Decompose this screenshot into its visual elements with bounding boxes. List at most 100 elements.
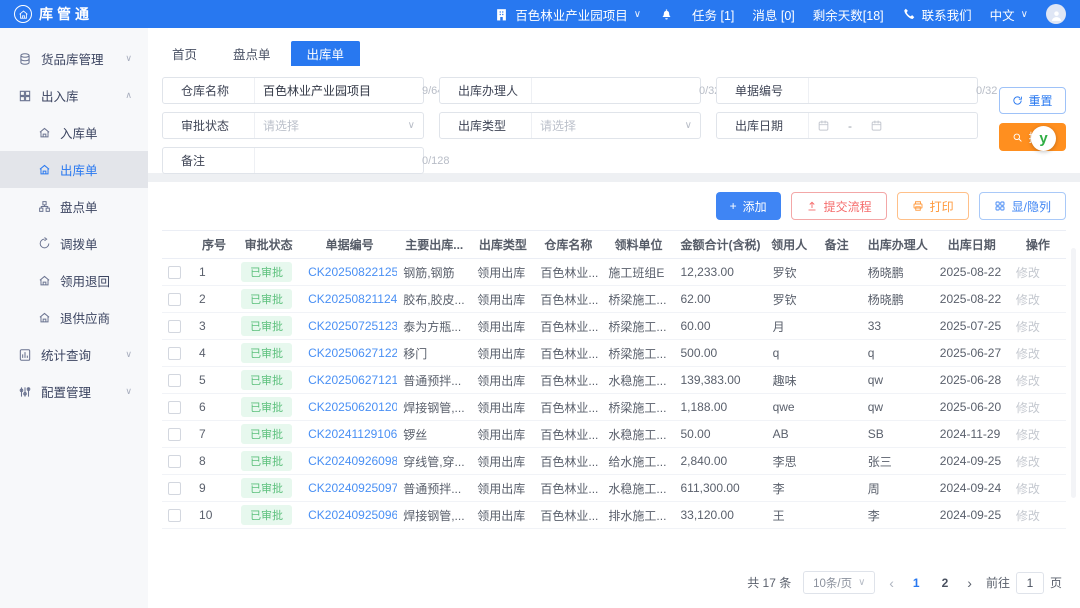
- doc-code-link[interactable]: CK20250627122: [308, 346, 397, 360]
- doc-code-link[interactable]: CK20250821124: [308, 292, 397, 306]
- doc-code-link[interactable]: CK20241129106: [308, 427, 397, 441]
- next-page-button[interactable]: ›: [965, 575, 974, 591]
- sidebar-item-in-out-warehouse[interactable]: 出入库 ∧: [0, 77, 148, 114]
- row-checkbox[interactable]: [168, 374, 181, 388]
- doc-number-field[interactable]: 单据编号 0/32: [716, 77, 997, 104]
- warehouse-name-input[interactable]: [263, 83, 418, 98]
- table-row: 1 已审批 CK20250822125 钢筋,钢筋 领用出库 百色林业... 施…: [162, 258, 1066, 286]
- cell-warehouse: 百色林业...: [534, 447, 603, 475]
- col-amount: 金额合计(含税): [674, 230, 767, 259]
- cell-unit: 桥梁施工...: [602, 339, 675, 367]
- edit-link[interactable]: 修改: [1016, 482, 1040, 496]
- sidebar-item-outbound-order[interactable]: 出库单: [0, 151, 148, 188]
- tasks-link[interactable]: 任务 [1]: [692, 5, 734, 24]
- warehouse-name-field[interactable]: 仓库名称 9/64: [162, 77, 443, 104]
- add-button[interactable]: + 添加: [715, 192, 781, 220]
- row-checkbox[interactable]: [168, 455, 181, 469]
- doc-number-input[interactable]: [817, 83, 972, 98]
- sidebar-item-configuration[interactable]: 配置管理 ∨: [0, 373, 148, 410]
- remark-input[interactable]: [263, 153, 418, 168]
- status-badge: 已审批: [241, 343, 293, 363]
- row-checkbox[interactable]: [168, 401, 181, 415]
- edit-link[interactable]: 修改: [1016, 374, 1040, 388]
- sidebar-item-statistics-query[interactable]: 统计查询 ∨: [0, 336, 148, 373]
- row-checkbox[interactable]: [168, 320, 181, 334]
- doc-code-link[interactable]: CK20250822125: [308, 265, 397, 279]
- cell-unit: 桥梁施工...: [602, 285, 675, 313]
- cell-type: 领用出库: [471, 366, 535, 394]
- doc-code-link[interactable]: CK20240925096: [308, 508, 397, 522]
- table-section: +添加 提交流程 打印 显/隐列 序号 审批状态 单据编号 主要出库... 出: [148, 182, 1080, 608]
- table-scrollbar[interactable]: [1071, 248, 1076, 498]
- user-avatar[interactable]: [1046, 4, 1066, 24]
- cell-checkbox: [162, 501, 194, 529]
- edit-link[interactable]: 修改: [1016, 401, 1040, 415]
- cell-action: 修改: [1009, 339, 1066, 367]
- reset-button[interactable]: 重置: [999, 87, 1066, 114]
- approval-status-select[interactable]: 审批状态 请选择 ∨: [162, 112, 424, 139]
- cell-code: CK20240925096: [302, 501, 398, 529]
- row-checkbox[interactable]: [168, 509, 181, 523]
- notification-bell[interactable]: [659, 7, 674, 22]
- tab-stocktake[interactable]: 盘点单: [217, 41, 287, 66]
- outbound-date-range[interactable]: 出库日期 -: [716, 112, 978, 139]
- doc-code-link[interactable]: CK20240926098: [308, 454, 397, 468]
- doc-code-link[interactable]: CK20250620120: [308, 400, 397, 414]
- project-selector[interactable]: 百色林业产业园项目 ∨: [494, 5, 641, 24]
- outbound-handler-field[interactable]: 出库办理人 0/32: [439, 77, 720, 104]
- sidebar-item-label: 领用退回: [60, 275, 111, 289]
- sidebar-item-goods-management[interactable]: 货品库管理 ∨: [0, 40, 148, 77]
- row-checkbox[interactable]: [168, 266, 181, 280]
- doc-code-link[interactable]: CK20250725123: [308, 319, 397, 333]
- edit-link[interactable]: 修改: [1016, 266, 1040, 280]
- cell-status: 已审批: [235, 366, 303, 394]
- reset-label: 重置: [1028, 94, 1053, 108]
- page-1-button[interactable]: 1: [908, 576, 925, 590]
- submit-flow-button[interactable]: 提交流程: [790, 192, 887, 220]
- edit-link[interactable]: 修改: [1016, 455, 1040, 469]
- tab-home[interactable]: 首页: [156, 41, 213, 66]
- tab-outbound[interactable]: 出库单: [290, 41, 361, 66]
- edit-link[interactable]: 修改: [1016, 428, 1040, 442]
- assistant-badge[interactable]: y: [1031, 126, 1056, 151]
- edit-link[interactable]: 修改: [1016, 293, 1040, 307]
- cell-handler: 33: [861, 312, 934, 340]
- edit-link[interactable]: 修改: [1016, 509, 1040, 523]
- sidebar-item-requisition-return[interactable]: 领用退回: [0, 262, 148, 299]
- cell-seq: 3: [193, 312, 236, 340]
- prev-page-button[interactable]: ‹: [887, 575, 896, 591]
- row-checkbox[interactable]: [168, 347, 181, 361]
- language-label: 中文: [989, 8, 1015, 23]
- messages-link[interactable]: 消息 [0]: [752, 5, 794, 24]
- page-size-select[interactable]: 10条/页 ∨: [803, 571, 876, 594]
- language-selector[interactable]: 中文 ∨: [990, 5, 1028, 24]
- remark-field[interactable]: 备注 0/128: [162, 147, 450, 174]
- print-button[interactable]: 打印: [896, 192, 969, 220]
- chevron-up-icon: ∧: [125, 90, 132, 100]
- cell-date: 2025-06-28: [933, 366, 1010, 394]
- doc-code-link[interactable]: CK20240925097: [308, 481, 397, 495]
- contact-link[interactable]: 联系我们: [902, 5, 972, 24]
- edit-link[interactable]: 修改: [1016, 320, 1040, 334]
- doc-code-link[interactable]: CK20250627121: [308, 373, 397, 387]
- cell-amount: 2,840.00: [674, 447, 767, 475]
- page-2-button[interactable]: 2: [937, 576, 954, 590]
- cell-warehouse: 百色林业...: [534, 474, 603, 502]
- search-icon: [1012, 132, 1023, 143]
- row-checkbox[interactable]: [168, 428, 181, 442]
- sidebar-item-stocktake-order[interactable]: 盘点单: [0, 188, 148, 225]
- row-checkbox[interactable]: [168, 482, 181, 496]
- toggle-columns-button[interactable]: 显/隐列: [978, 192, 1066, 220]
- goto-page-input[interactable]: [1015, 571, 1044, 594]
- sidebar-item-transfer-order[interactable]: 调拨单: [0, 225, 148, 262]
- col-code: 单据编号: [302, 230, 398, 259]
- outbound-handler-input[interactable]: [540, 83, 695, 98]
- row-checkbox[interactable]: [168, 293, 181, 307]
- sidebar-item-return-to-supplier[interactable]: 退供应商: [0, 299, 148, 336]
- outbound-type-select[interactable]: 出库类型 请选择 ∨: [439, 112, 701, 139]
- cell-handler: 张三: [861, 447, 934, 475]
- edit-link[interactable]: 修改: [1016, 347, 1040, 361]
- sidebar-item-inbound-order[interactable]: 入库单: [0, 114, 148, 151]
- cell-type: 领用出库: [471, 501, 535, 529]
- sidebar-item-label: 盘点单: [60, 201, 98, 215]
